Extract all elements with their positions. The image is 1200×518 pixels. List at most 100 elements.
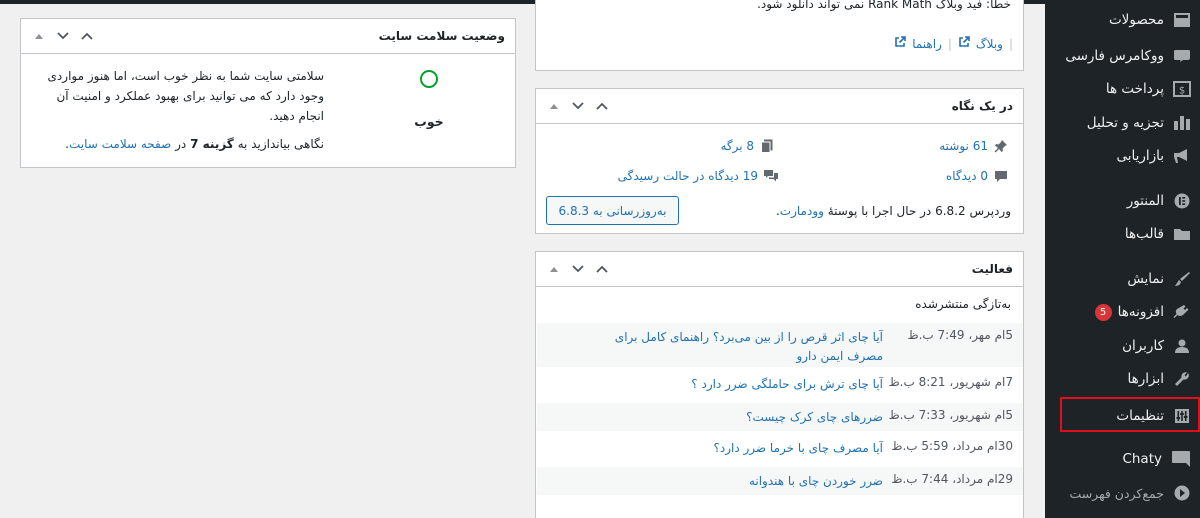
glance-comments[interactable]: 0 دیدگاه — [946, 168, 1009, 184]
glance-pages-link[interactable]: 8 برگه — [720, 139, 754, 153]
pin-icon — [993, 138, 1009, 154]
move-up-icon[interactable] — [546, 98, 562, 114]
activity-subtitle: به‌تازگی منتشرشده — [915, 297, 1011, 311]
sidebar-item-label: Chaty — [1122, 451, 1162, 467]
external-link-icon — [958, 36, 970, 51]
chevron-up-icon[interactable] — [79, 28, 95, 44]
update-wordpress-button[interactable]: به‌روزرسانی به 6.8.3 — [546, 196, 679, 225]
activity-row-title-link[interactable]: آیا مصرف چای با خرما ضرر دارد؟ — [583, 434, 884, 462]
sidebar-item-label: پرداخت ها — [1105, 81, 1164, 97]
sidebar-item-label: محصولات — [1108, 12, 1164, 28]
theme-link[interactable]: وودمارت — [780, 204, 824, 218]
sidebar-item-label: نمایش — [1127, 271, 1164, 287]
sidebar-item-label: ابزارها — [1127, 371, 1164, 387]
activity-row-title-link[interactable]: ضررهای چای کرک چیست؟ — [583, 403, 883, 431]
sidebar-item-label: المنتور — [1126, 193, 1164, 209]
sidebar-item-woocommerce-persian[interactable]: ووکامرس فارسی — [1045, 39, 1200, 73]
sidebar-item-marketing[interactable]: بازاریابی — [1045, 139, 1200, 173]
activity-row-date: 5ام شهریور، 7:33 ب.ظ — [888, 408, 1013, 422]
templates-folder-icon — [1172, 224, 1192, 244]
health-more-mid: در — [175, 137, 187, 151]
marketing-icon — [1172, 146, 1192, 166]
activity-row-title-link[interactable]: ضرر خوردن چای با هندوانه — [583, 467, 883, 495]
activity-widget: فعالیت به‌تازگی منتشرشده 5ام مهر، 7:49 ب… — [535, 251, 1024, 518]
sidebar-collapse-menu[interactable]: جمع‌کردن فهرست — [1045, 476, 1200, 510]
glance-version-text: وردپرس 6.8.2 در حال اجرا با پوستهٔ وودما… — [776, 204, 1011, 218]
glance-moderation-link[interactable]: 19 دیدگاه در حالت رسیدگی — [618, 169, 758, 183]
rankmath-widget: خطا: فید وبلاگ Rank Math نمی تواند دانلو… — [535, 0, 1024, 71]
sidebar-item-label: تجزیه و تحلیل — [1086, 115, 1164, 131]
sidebar-item-chaty[interactable]: Chaty — [1045, 442, 1200, 476]
version-prefix: وردپرس 6.8.2 در حال اجرا با پوستهٔ — [827, 204, 1011, 218]
activity-row: 5ام مهر، 7:49 ب.ظ آیا چای اثر قرص را از … — [537, 323, 1023, 367]
sidebar-item-analytics[interactable]: تجزیه و تحلیل — [1045, 106, 1200, 140]
health-description: سلامتی سایت شما به نظر خوب است، اما هنوز… — [47, 69, 324, 123]
site-health-controls — [31, 28, 95, 44]
sidebar-item-tools[interactable]: ابزارها — [1045, 362, 1200, 396]
users-icon — [1172, 336, 1192, 356]
sidebar-item-elementor[interactable]: المنتور — [1045, 184, 1200, 218]
chevron-down-icon[interactable] — [570, 98, 586, 114]
activity-row-title-link[interactable]: آیا چای اثر قرص را از بین می‌برد؟ راهنما… — [583, 323, 883, 367]
payments-icon: $ — [1172, 79, 1192, 99]
site-health-page-link[interactable]: صفحه سلامت سایت — [69, 137, 171, 151]
glance-posts-link[interactable]: 61 نوشته — [939, 139, 988, 153]
admin-sidebar: محصولات ووکامرس فارسی $ پرداخت ها تجزیه … — [1045, 4, 1200, 518]
sidebar-item-payments[interactable]: $ پرداخت ها — [1045, 72, 1200, 106]
activity-row: 30ام مرداد، 5:59 ب.ظ آیا مصرف چای با خرم… — [537, 434, 1023, 462]
activity-header: فعالیت — [536, 252, 1023, 287]
rankmath-blog-link[interactable]: وبلاگ — [976, 37, 1003, 51]
rankmath-links: | وبلاگ | راهنما — [894, 36, 1013, 51]
activity-title: فعالیت — [971, 262, 1013, 276]
products-icon — [1172, 10, 1192, 30]
chevron-up-icon[interactable] — [594, 261, 610, 277]
activity-row-date: 7ام شهریور، 8:21 ب.ظ — [888, 375, 1013, 389]
sidebar-item-label: قالب‌ها — [1124, 226, 1164, 242]
chevron-down-icon[interactable] — [55, 28, 71, 44]
chevron-down-icon[interactable] — [570, 261, 586, 277]
glance-moderation[interactable]: 19 دیدگاه در حالت رسیدگی — [618, 168, 779, 184]
sidebar-item-templates[interactable]: قالب‌ها — [1045, 217, 1200, 251]
site-health-title: وضعیت سلامت سایت — [378, 29, 505, 43]
sidebar-item-users[interactable]: کاربران — [1045, 329, 1200, 363]
sidebar-item-label: افزونه‌ها — [1117, 304, 1164, 320]
chevron-up-icon[interactable] — [594, 98, 610, 114]
move-up-icon[interactable] — [546, 261, 562, 277]
activity-row: 7ام شهریور، 8:21 ب.ظ آیا چای ترش برای حا… — [537, 370, 1023, 400]
analytics-icon — [1172, 113, 1192, 133]
plugins-update-count-badge: 5 — [1094, 303, 1112, 321]
glance-header: در یک نگاه — [536, 89, 1023, 124]
health-more-info: نگاهی بیاندازید به گزینه 7 در صفحه سلامت… — [28, 137, 324, 151]
divider-bar: | — [1008, 36, 1013, 51]
rankmath-error-text: خطا: فید وبلاگ Rank Math نمی تواند دانلو… — [757, 0, 1011, 11]
glance-pages[interactable]: 8 برگه — [720, 138, 775, 154]
woocommerce-persian-icon — [1172, 46, 1192, 66]
activity-row-date: 29ام مرداد، 7:44 ب.ظ — [891, 472, 1013, 486]
activity-row-title-link[interactable]: آیا چای ترش برای حاملگی ضرر دارد ؟ — [583, 370, 883, 400]
health-status-label: خوب — [414, 114, 444, 129]
activity-row-date: 5ام مهر، 7:49 ب.ظ — [907, 328, 1013, 342]
comments-moderation-icon — [763, 168, 779, 184]
sidebar-item-plugins[interactable]: افزونه‌ها 5 — [1045, 295, 1200, 329]
glance-posts[interactable]: 61 نوشته — [939, 138, 1009, 154]
sidebar-item-label: بازاریابی — [1116, 148, 1164, 164]
activity-controls — [546, 261, 610, 277]
glance-title: در یک نگاه — [951, 99, 1013, 113]
glance-comments-link[interactable]: 0 دیدگاه — [946, 169, 988, 183]
page-icon — [759, 138, 775, 154]
tools-wrench-icon — [1172, 369, 1192, 389]
sidebar-item-products[interactable]: محصولات — [1045, 4, 1200, 36]
plugins-icon — [1172, 302, 1192, 322]
chaty-chat-icon — [1170, 449, 1192, 469]
rankmath-help-link[interactable]: راهنما — [912, 37, 942, 51]
comment-icon — [993, 168, 1009, 184]
elementor-icon — [1172, 191, 1192, 211]
activity-row-date: 30ام مرداد، 5:59 ب.ظ — [891, 439, 1013, 453]
collapse-menu-icon — [1172, 483, 1192, 503]
site-health-header: وضعیت سلامت سایت — [21, 19, 515, 54]
settings-highlight-box — [1060, 397, 1200, 432]
health-more-prefix: نگاهی بیاندازید به — [237, 137, 324, 151]
move-up-icon[interactable] — [31, 28, 47, 44]
sidebar-item-appearance[interactable]: نمایش — [1045, 262, 1200, 296]
sidebar-item-label: جمع‌کردن فهرست — [1069, 485, 1164, 501]
